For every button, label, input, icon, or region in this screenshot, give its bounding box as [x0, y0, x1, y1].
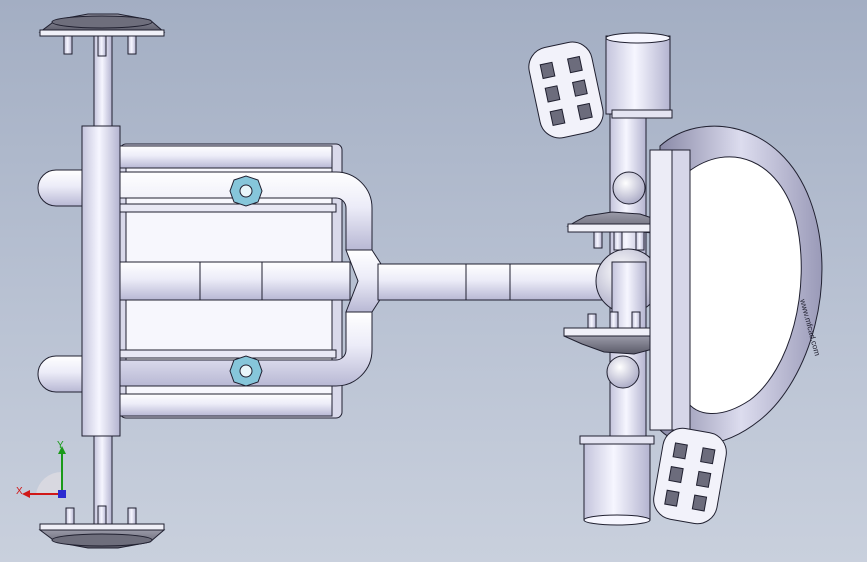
- main-tube[interactable]: [377, 263, 609, 301]
- top-foot-cap[interactable]: [38, 13, 166, 57]
- x-axis-arrow-head: [22, 490, 30, 498]
- x-axis-label: X: [16, 486, 23, 497]
- orientation-triad: X Y: [14, 438, 84, 508]
- top-pedal[interactable]: [525, 38, 607, 141]
- front-wheel[interactable]: www.mfcad.com: [649, 125, 823, 446]
- y-axis-label: Y: [57, 440, 64, 451]
- cad-model[interactable]: www.mfcad.com: [0, 0, 867, 562]
- left-stubs: [37, 169, 83, 393]
- bottom-foot-cap[interactable]: [38, 505, 166, 549]
- z-axis-marker: [58, 490, 66, 498]
- 3d-viewport[interactable]: www.mfcad.com X Y: [0, 0, 867, 562]
- bottom-pedal[interactable]: [650, 425, 729, 527]
